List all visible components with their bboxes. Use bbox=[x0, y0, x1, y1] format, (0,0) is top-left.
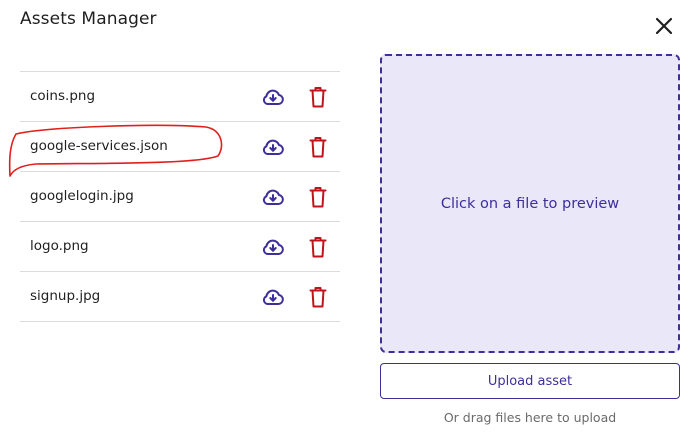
file-row: logo.png bbox=[20, 222, 340, 272]
preview-placeholder: Click on a file to preview bbox=[440, 195, 620, 212]
cloud-download-icon bbox=[262, 89, 284, 106]
trash-icon bbox=[309, 87, 327, 108]
delete-button[interactable] bbox=[309, 85, 327, 109]
download-button[interactable] bbox=[261, 285, 285, 309]
close-icon bbox=[655, 17, 673, 35]
delete-button[interactable] bbox=[309, 185, 327, 209]
trash-icon bbox=[309, 287, 327, 308]
file-row: coins.png bbox=[20, 72, 340, 122]
file-row: googlelogin.jpg bbox=[20, 172, 340, 222]
delete-button[interactable] bbox=[309, 285, 327, 309]
cloud-download-icon bbox=[262, 189, 284, 206]
file-name[interactable]: coins.png bbox=[30, 72, 95, 121]
delete-button[interactable] bbox=[309, 135, 327, 159]
cloud-download-icon bbox=[262, 289, 284, 306]
drag-hint: Or drag files here to upload bbox=[443, 410, 617, 425]
file-name[interactable]: logo.png bbox=[30, 222, 89, 271]
file-name[interactable]: signup.jpg bbox=[30, 272, 100, 321]
trash-icon bbox=[309, 137, 327, 158]
upload-asset-button[interactable]: Upload asset bbox=[380, 363, 680, 399]
trash-icon bbox=[309, 237, 327, 258]
download-button[interactable] bbox=[261, 135, 285, 159]
file-name[interactable]: google-services.json bbox=[30, 122, 168, 171]
preview-area[interactable]: Click on a file to preview bbox=[380, 54, 680, 353]
cloud-download-icon bbox=[262, 139, 284, 156]
file-row: signup.jpg bbox=[20, 272, 340, 322]
delete-button[interactable] bbox=[309, 235, 327, 259]
cloud-download-icon bbox=[262, 239, 284, 256]
file-name[interactable]: googlelogin.jpg bbox=[30, 172, 134, 221]
file-row: google-services.json bbox=[20, 122, 340, 172]
close-button[interactable] bbox=[652, 14, 676, 38]
download-button[interactable] bbox=[261, 235, 285, 259]
file-list: coins.png google-services.json googlelog… bbox=[20, 71, 340, 322]
download-button[interactable] bbox=[261, 85, 285, 109]
download-button[interactable] bbox=[261, 185, 285, 209]
dialog-title: Assets Manager bbox=[20, 9, 157, 29]
trash-icon bbox=[309, 187, 327, 208]
